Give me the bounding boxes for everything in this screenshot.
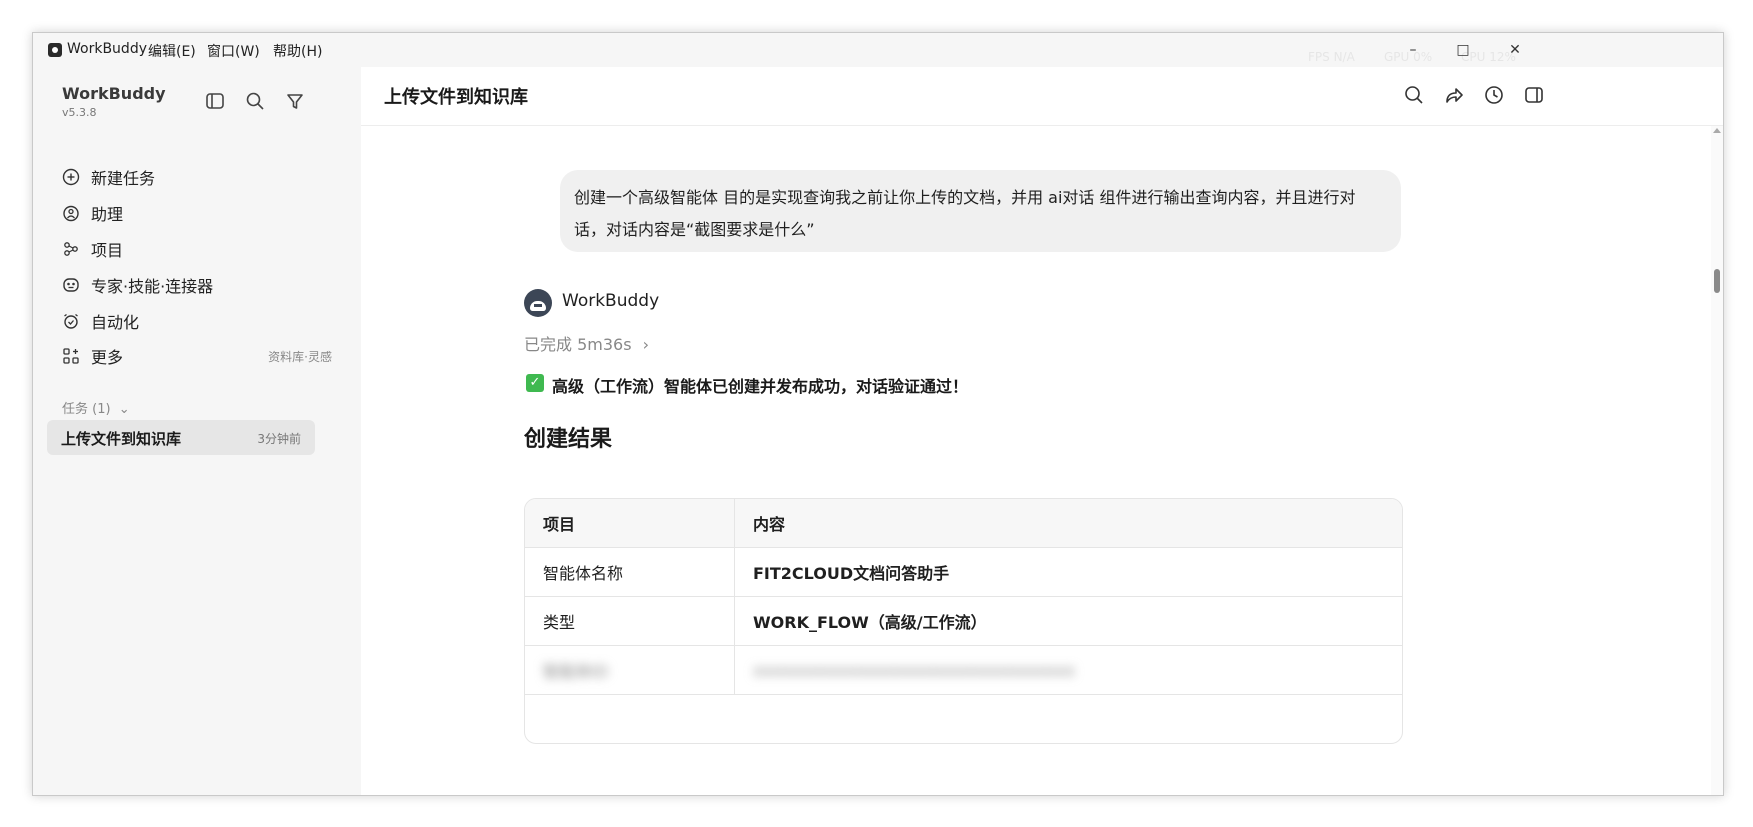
table-cell-text: xxxxxxxxxxxxxxxxxxxxxxxxxxxxxxxxxx [753,660,1075,680]
grid-plus-icon [63,348,79,364]
table-cell: 智能体ID [525,646,735,694]
user-message-bubble: 创建一个高级智能体 目的是实现查询我之前让你上传的文档，并用 ai对话 组件进行… [560,170,1401,252]
task-status-text: 已完成 5m36s [524,335,632,354]
table-header-cell: 项目 [525,499,735,547]
table-cell: xxxxxxxxxxxxxxxxxxxxxxxxxxxxxxxxxx [735,646,1402,694]
nav-automation[interactable]: 自动化 [62,306,332,336]
panel-toggle-icon[interactable] [204,90,226,112]
menu-window[interactable]: 窗口(W) [207,41,260,61]
table-cell: WORK_FLOW（高级/工作流） [753,613,987,632]
search-icon[interactable] [244,90,266,112]
table-row: 类型 WORK_FLOW（高级/工作流） [525,596,1402,645]
main-panel: 上传文件到知识库 创建一个高级智能体 目的是实现查询我之前让你上传的文档，并用 … [361,67,1723,795]
search-icon[interactable] [1402,83,1426,107]
scrollbar-thumb[interactable] [1714,269,1720,293]
nav-label: 项目 [91,241,124,260]
share-icon[interactable] [1442,83,1466,107]
section-title: 创建结果 [524,427,613,452]
nav-label: 更多 [91,348,124,367]
bot-name: WorkBuddy [562,291,660,311]
sidebar-app-title: WorkBuddy [62,84,166,103]
sidebar: WorkBuddy v5.3.8 新建任务 助理 项目 专家·技能·连接器 自动… [33,67,361,795]
minimize-icon[interactable]: – [1402,39,1424,61]
nav-new-task[interactable]: 新建任务 [62,162,332,192]
chevron-right-icon: › [642,335,650,354]
table-header-row: 项目 内容 [525,499,1402,547]
scroll-up-arrow-icon[interactable] [1713,128,1721,133]
task-status[interactable]: 已完成 5m36s › [524,331,649,355]
history-icon[interactable] [1482,83,1506,107]
table-cell: FIT2CLOUD文档问答助手 [753,564,950,583]
project-icon [64,242,78,256]
expert-icon [63,278,79,292]
success-message: 高级（工作流）智能体已创建并发布成功，对话验证通过！ [552,377,969,396]
nav-experts[interactable]: 专家·技能·连接器 [62,270,332,300]
bot-avatar [524,289,552,317]
assistant-icon [63,205,79,222]
table-cell-text: 智能体ID [543,662,609,681]
task-title: 上传文件到知识库 [61,430,182,448]
filter-icon[interactable] [284,90,306,112]
tasks-header-label: 任务 (1) [62,402,111,417]
table-row: 智能体名称 FIT2CLOUD文档问答助手 [525,547,1402,596]
nav-assistant[interactable]: 助理 [62,198,332,228]
title-bar: WorkBuddy 编辑(E) 窗口(W) 帮助(H) FPS N/A GPU … [33,33,1723,67]
user-message-text: 创建一个高级智能体 目的是实现查询我之前让你上传的文档，并用 ai对话 组件进行… [574,188,1356,239]
nav-label: 专家·技能·连接器 [91,277,214,296]
app-window: WorkBuddy 编辑(E) 窗口(W) 帮助(H) FPS N/A GPU … [32,32,1724,796]
task-time: 3分钟前 [257,432,301,446]
page-title: 上传文件到知识库 [384,87,528,108]
menu-help[interactable]: 帮助(H) [273,41,322,61]
menu-edit[interactable]: 编辑(E) [148,41,196,61]
result-table: 项目 内容 智能体名称 FIT2CLOUD文档问答助手 类型 WORK_FLOW… [524,498,1403,744]
checkmark-icon: ✓ [526,374,544,392]
table-header-cell: 内容 [753,515,786,534]
table-row: 智能体ID xxxxxxxxxxxxxxxxxxxxxxxxxxxxxxxxxx [525,645,1402,694]
nav-project[interactable]: 项目 [62,234,332,264]
nav-label: 助理 [91,205,124,224]
nav-more[interactable]: 更多 资料库·灵感 [62,341,332,371]
app-name: WorkBuddy [67,41,147,57]
scrollbar[interactable] [1711,126,1723,795]
fps-readout: FPS N/A [1308,50,1355,64]
app-logo-icon [48,43,62,57]
chat-content: 创建一个高级智能体 目的是实现查询我之前让你上传的文档，并用 ai对话 组件进行… [361,126,1701,795]
close-icon[interactable]: ✕ [1504,39,1526,61]
main-header: 上传文件到知识库 [361,67,1723,126]
chevron-down-icon: ⌄ [118,402,130,417]
sidebar-version: v5.3.8 [62,106,97,119]
table-cell: 智能体名称 [525,548,735,596]
tasks-section-header[interactable]: 任务 (1) ⌄ [62,398,130,417]
maximize-icon[interactable]: □ [1452,39,1474,61]
nav-more-hint[interactable]: 资料库·灵感 [268,348,332,365]
task-item[interactable]: 上传文件到知识库 3分钟前 [47,420,315,455]
nav-label: 新建任务 [91,169,156,188]
nav-label: 自动化 [91,313,140,332]
plus-circle-icon [62,168,80,186]
table-row [525,694,1402,743]
alarm-clock-icon [64,313,78,329]
side-panel-icon[interactable] [1522,83,1546,107]
table-cell: 类型 [525,597,735,645]
